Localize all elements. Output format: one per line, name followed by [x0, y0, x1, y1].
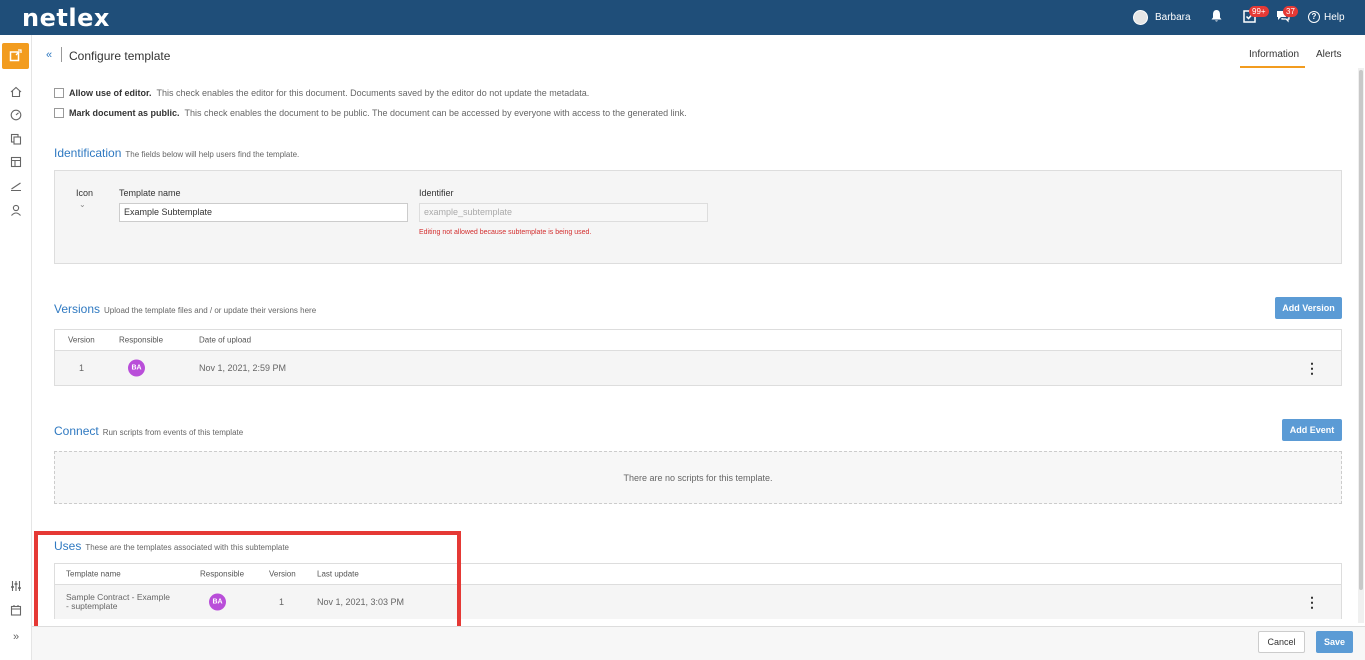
save-button[interactable]: Save: [1316, 631, 1353, 653]
editor-option: Allow use of editor. This check enables …: [54, 88, 589, 98]
bell-icon[interactable]: [1210, 9, 1223, 26]
more-options-icon[interactable]: ⋮: [1305, 361, 1319, 375]
add-version-button[interactable]: Add Version: [1275, 297, 1342, 319]
calendar-icon[interactable]: [8, 604, 24, 620]
tab-information[interactable]: Information: [1249, 49, 1299, 60]
settings-sliders-icon[interactable]: [8, 580, 24, 596]
editor-description: This check enables the editor for this d…: [156, 88, 590, 98]
icon-dropdown-chevron-icon[interactable]: ⌄: [79, 200, 86, 209]
identification-section-title: Identification The fields below will help…: [54, 146, 299, 160]
column-header: Version: [68, 335, 95, 345]
column-header: Responsible: [119, 335, 164, 345]
chart-icon[interactable]: [8, 180, 24, 196]
tasks-badge: 99+: [1249, 6, 1269, 17]
versions-table: Version Responsible Date of upload 1 BA …: [54, 329, 1342, 386]
scrollbar-thumb[interactable]: [1359, 70, 1363, 590]
public-checkbox[interactable]: [54, 108, 64, 118]
version-cell: 1: [79, 363, 85, 373]
add-event-button[interactable]: Add Event: [1282, 419, 1342, 441]
home-icon[interactable]: [8, 86, 24, 102]
help-icon: ?: [1308, 11, 1320, 23]
user-name: Barbara: [1155, 12, 1191, 23]
date-cell: Nov 1, 2021, 2:59 PM: [199, 363, 287, 373]
connect-title: Connect: [54, 424, 99, 438]
netlex-logo[interactable]: netlex: [22, 4, 110, 32]
user-avatar-icon: [1133, 10, 1148, 25]
identifier-label: Identifier: [419, 188, 454, 198]
expand-sidebar-icon[interactable]: »: [8, 629, 24, 645]
versions-section-title: Versions Upload the template files and / …: [54, 302, 316, 316]
public-option: Mark document as public. This check enab…: [54, 108, 687, 118]
footer-bar: [32, 626, 1365, 660]
layout-icon[interactable]: [8, 156, 24, 172]
messages-badge: 37: [1283, 6, 1298, 17]
active-tab-indicator: [1240, 66, 1305, 68]
user-menu[interactable]: Barbara: [1133, 10, 1191, 25]
public-description: This check enables the document to be pu…: [184, 108, 687, 118]
icon-label: Icon: [76, 188, 94, 198]
header-divider: [61, 47, 62, 62]
page-title: Configure template: [69, 49, 171, 63]
documents-icon[interactable]: [8, 133, 24, 149]
more-options-icon[interactable]: ⋮: [1305, 595, 1319, 609]
editor-label: Allow use of editor.: [69, 88, 152, 98]
versions-title: Versions: [54, 302, 101, 316]
responsible-avatar: BA: [128, 359, 145, 377]
scripts-empty-state: There are no scripts for this template.: [54, 451, 1342, 504]
column-header: Date of upload: [199, 335, 252, 345]
uses-highlight-box: [34, 531, 461, 640]
user-icon[interactable]: [8, 204, 24, 220]
template-name-input[interactable]: Example Subtemplate: [119, 203, 408, 222]
connect-description: Run scripts from events of this template: [102, 428, 244, 437]
identification-title: Identification: [54, 146, 122, 160]
template-name-label: Template name: [119, 188, 181, 198]
versions-table-header: Version Responsible Date of upload: [55, 330, 1341, 351]
dashboard-icon[interactable]: [8, 109, 24, 125]
top-bar: netlex Barbara 99+ 37 ? Help: [0, 0, 1365, 35]
identifier-input: example_subtemplate: [419, 203, 708, 222]
templates-nav-icon[interactable]: [2, 43, 29, 69]
cancel-button[interactable]: Cancel: [1258, 631, 1305, 653]
versions-description: Upload the template files and / or updat…: [104, 306, 317, 315]
help-label: Help: [1324, 11, 1345, 23]
identification-description: The fields below will help users find th…: [125, 150, 300, 159]
table-row[interactable]: 1 BA Nov 1, 2021, 2:59 PM ⋮: [55, 351, 1341, 385]
connect-section-title: Connect Run scripts from events of this t…: [54, 424, 243, 438]
tab-alerts[interactable]: Alerts: [1316, 49, 1342, 60]
left-sidebar: »: [0, 35, 32, 660]
help-link[interactable]: ? Help: [1308, 11, 1345, 23]
collapse-icon[interactable]: «: [46, 49, 52, 61]
public-label: Mark document as public.: [69, 108, 180, 118]
identifier-error: Editing not allowed because subtemplate …: [419, 229, 592, 236]
editor-checkbox[interactable]: [54, 88, 64, 98]
